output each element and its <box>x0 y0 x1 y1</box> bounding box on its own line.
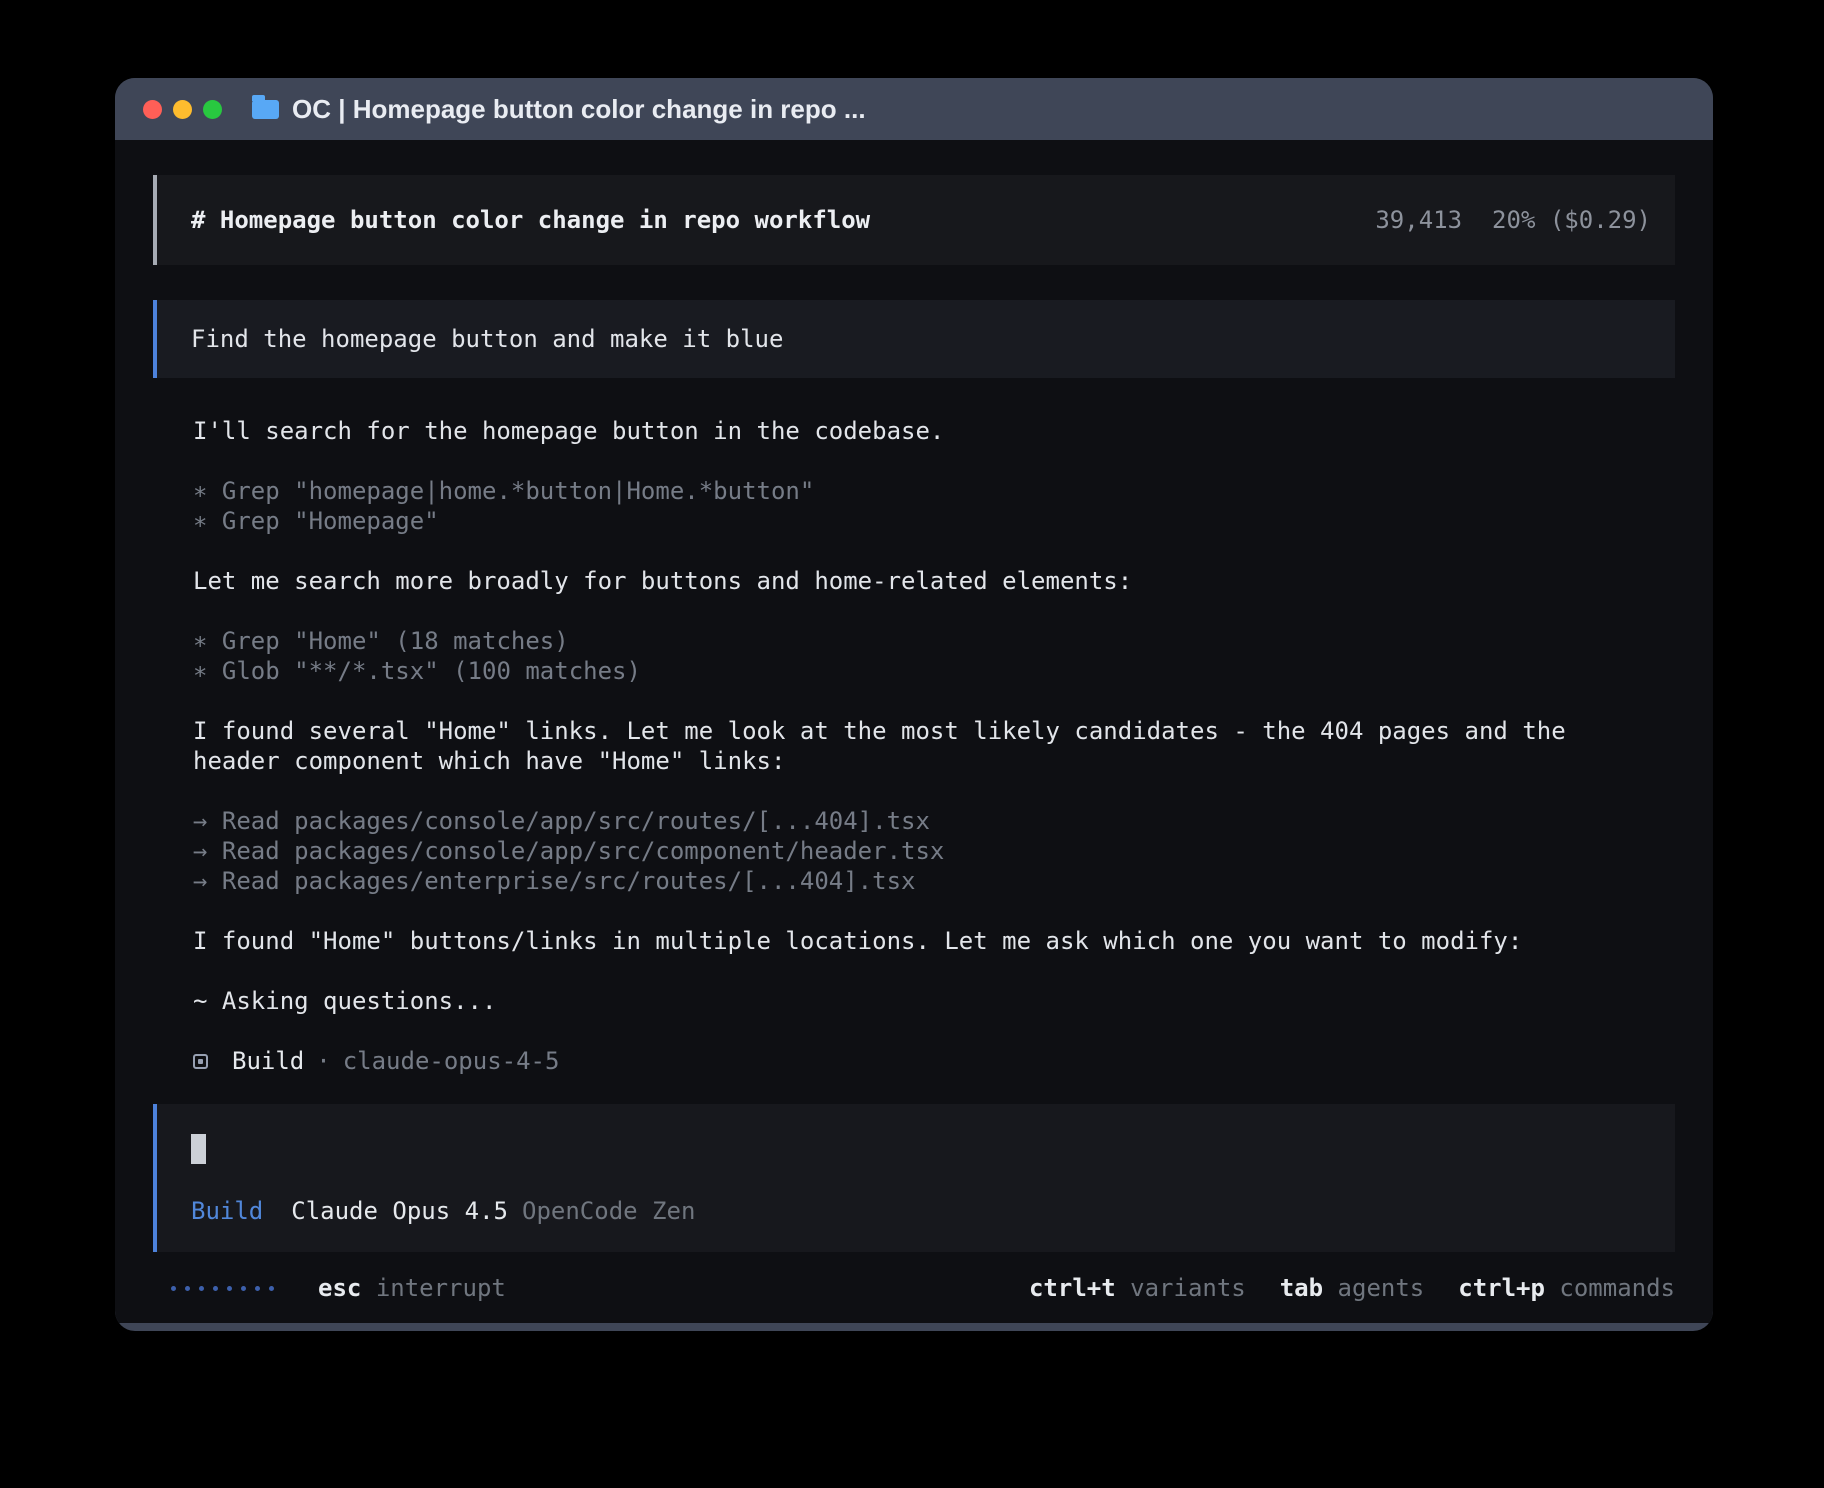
tool-call-read: → Read packages/enterprise/src/routes/[.… <box>193 866 1675 896</box>
tool-call-text: Glob "**/*.tsx" (100 matches) <box>222 657 641 685</box>
shortcut-key: tab <box>1280 1274 1323 1302</box>
assistant-message: I'll search for the homepage button in t… <box>193 416 1593 446</box>
terminal-window: OC | Homepage button color change in rep… <box>115 78 1713 1331</box>
tool-call-grep: ∗ Grep "Home" (18 matches) <box>193 626 1675 656</box>
window-title: OC | Homepage button color change in rep… <box>292 94 866 125</box>
shortcut-agents: tab agents <box>1280 1273 1425 1303</box>
status-bar: esc interrupt ctrl+t variants tab agents… <box>153 1261 1675 1309</box>
model-name: Claude Opus 4.5 <box>291 1197 508 1225</box>
tool-call-text: Grep "Homepage" <box>222 507 439 535</box>
window-titlebar[interactable]: OC | Homepage button color change in rep… <box>115 78 1713 140</box>
spinner-dot <box>199 1286 204 1291</box>
esc-key-label: interrupt <box>376 1274 506 1302</box>
tool-call-text: Grep "homepage|home.*button|Home.*button… <box>222 477 814 505</box>
arrow-right-icon: → <box>193 867 207 895</box>
session-title: # Homepage button color change in repo w… <box>191 205 870 235</box>
assistant-status-message: ~ Asking questions... <box>193 986 1593 1016</box>
user-message: Find the homepage button and make it blu… <box>153 300 1675 378</box>
spinner-dot <box>227 1286 232 1291</box>
tool-call-text: Read packages/enterprise/src/routes/[...… <box>222 867 916 895</box>
shortcut-label: commands <box>1559 1274 1675 1302</box>
agent-badge-icon <box>193 1054 208 1069</box>
session-stats: 39,413 20% ($0.29) <box>1375 205 1651 235</box>
status-bar-left: esc interrupt <box>171 1273 506 1303</box>
tool-call-read: → Read packages/console/app/src/componen… <box>193 836 1675 866</box>
tool-call-glob: ∗ Glob "**/*.tsx" (100 matches) <box>193 656 1675 686</box>
tool-call-text: Grep "Home" (18 matches) <box>222 627 569 655</box>
spinner-dot <box>241 1286 246 1291</box>
minimize-button[interactable] <box>173 100 192 119</box>
tool-call-read: → Read packages/console/app/src/routes/[… <box>193 806 1675 836</box>
prompt-input[interactable]: Build Claude Opus 4.5 OpenCode Zen <box>153 1104 1675 1252</box>
desktop-background: OC | Homepage button color change in rep… <box>0 0 1824 1488</box>
tool-call-grep: ∗ Grep "homepage|home.*button|Home.*butt… <box>193 476 1675 506</box>
zoom-button[interactable] <box>203 100 222 119</box>
agent-separator: · <box>316 1046 330 1076</box>
folder-icon <box>252 100 279 119</box>
tool-bullet-icon: ∗ <box>193 657 207 685</box>
spinner-dot <box>185 1286 190 1291</box>
tool-bullet-icon: ∗ <box>193 477 207 505</box>
agent-status-row: Build · claude-opus-4-5 <box>153 1046 1675 1076</box>
tool-call-grep: ∗ Grep "Homepage" <box>193 506 1675 536</box>
esc-key-hint: esc <box>318 1274 361 1302</box>
assistant-message: Let me search more broadly for buttons a… <box>193 566 1593 596</box>
shortcut-label: variants <box>1130 1274 1246 1302</box>
conversation: I'll search for the homepage button in t… <box>153 416 1675 1046</box>
session-header: # Homepage button color change in repo w… <box>153 175 1675 265</box>
tool-bullet-icon: ∗ <box>193 627 207 655</box>
shortcut-variants: ctrl+t variants <box>1029 1273 1246 1303</box>
spinner-dots <box>171 1286 274 1291</box>
spinner-dot <box>269 1286 274 1291</box>
tool-call-group: → Read packages/console/app/src/routes/[… <box>193 806 1675 896</box>
agent-model-id: claude-opus-4-5 <box>343 1046 560 1076</box>
shortcut-key: ctrl+p <box>1458 1274 1545 1302</box>
shortcut-interrupt: esc interrupt <box>318 1273 506 1303</box>
user-message-text: Find the homepage button and make it blu… <box>191 325 783 353</box>
shortcut-commands: ctrl+p commands <box>1458 1273 1675 1303</box>
shortcut-key: ctrl+t <box>1029 1274 1116 1302</box>
tool-bullet-icon: ∗ <box>193 507 207 535</box>
model-info-row: Build Claude Opus 4.5 OpenCode Zen <box>191 1196 1651 1226</box>
spinner-dot <box>255 1286 260 1291</box>
context-usage: 20% ($0.29) <box>1492 206 1651 234</box>
text-cursor <box>191 1134 206 1164</box>
status-bar-right: ctrl+t variants tab agents ctrl+p comman… <box>1029 1273 1675 1303</box>
arrow-right-icon: → <box>193 807 207 835</box>
spinner-dot <box>171 1286 176 1291</box>
agent-name: Build <box>232 1046 304 1076</box>
tool-call-group: ∗ Grep "homepage|home.*button|Home.*butt… <box>193 476 1675 536</box>
arrow-right-icon: → <box>193 837 207 865</box>
assistant-message: I found "Home" buttons/links in multiple… <box>193 926 1593 956</box>
terminal-content: # Homepage button color change in repo w… <box>115 140 1713 1323</box>
mode-indicator: Build <box>191 1197 263 1225</box>
provider-name: OpenCode Zen <box>522 1197 695 1225</box>
close-button[interactable] <box>143 100 162 119</box>
tool-call-text: Read packages/console/app/src/component/… <box>222 837 944 865</box>
traffic-lights <box>143 100 222 119</box>
token-count: 39,413 <box>1375 206 1462 234</box>
tool-call-text: Read packages/console/app/src/routes/[..… <box>222 807 930 835</box>
shortcut-label: agents <box>1338 1274 1425 1302</box>
assistant-message: I found several "Home" links. Let me loo… <box>193 716 1593 776</box>
tool-call-group: ∗ Grep "Home" (18 matches) ∗ Glob "**/*.… <box>193 626 1675 686</box>
spinner-dot <box>213 1286 218 1291</box>
